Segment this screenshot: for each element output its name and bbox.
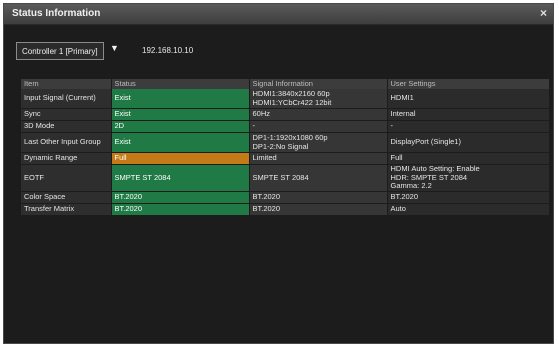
row-item-label: Sync xyxy=(21,108,112,121)
window-title: Status Information xyxy=(12,8,101,19)
table-row: EOTF SMPTE ST 2084 SMPTE ST 2084 HDMI Auto … xyxy=(21,164,550,192)
signal-line: BT.2020 xyxy=(252,192,281,202)
row-user-settings: BT.2020 xyxy=(387,191,550,204)
signal-line: 60Hz xyxy=(252,109,271,119)
close-icon[interactable]: × xyxy=(540,6,547,20)
signal-line: HDMI1:YCbCr422 12bit xyxy=(252,97,332,107)
row-status: Full xyxy=(111,152,250,165)
row-status: Exist xyxy=(111,132,250,153)
row-user-settings: Auto xyxy=(387,203,550,216)
user-setting-line: BT.2020 xyxy=(390,192,419,202)
status-table: Item Status Signal Information User Sett… xyxy=(21,79,550,216)
table-row: Last Other Input Group Exist DP1-1:1920x10… xyxy=(21,132,550,153)
row-signal-information: BT.2020 xyxy=(249,203,388,216)
header-status: Status xyxy=(111,79,250,89)
row-item-label: Dynamic Range xyxy=(21,152,112,165)
header-signal-information: Signal Information xyxy=(249,79,388,89)
table-body: Input Signal (Current) Exist HDMI1:3840x21… xyxy=(21,89,550,216)
row-item-label: Last Other Input Group xyxy=(21,132,112,153)
table-row: Sync Exist 60Hz Internal xyxy=(21,108,550,121)
row-user-settings: HDMI1 xyxy=(387,89,550,109)
controller-select[interactable]: Controller 1 [Primary] xyxy=(16,42,104,60)
row-status: Exist xyxy=(111,89,250,109)
row-signal-information: SMPTE ST 2084 xyxy=(249,164,388,192)
row-status: SMPTE ST 2084 xyxy=(111,164,250,192)
signal-line: BT.2020 xyxy=(252,204,281,214)
row-status: Exist xyxy=(111,108,250,121)
row-status: BT.2020 xyxy=(111,191,250,204)
table-header-row: Item Status Signal Information User Sett… xyxy=(21,79,550,89)
row-item-label: Input Signal (Current) xyxy=(21,89,112,109)
row-status: BT.2020 xyxy=(111,203,250,216)
user-setting-line: DisplayPort (Single1) xyxy=(390,137,461,147)
row-item-label: 3D Mode xyxy=(21,120,112,133)
user-setting-line: Auto xyxy=(390,204,406,214)
chevron-down-icon[interactable]: ▼ xyxy=(110,43,119,53)
row-user-settings: - xyxy=(387,120,550,133)
row-signal-information: BT.2020 xyxy=(249,191,388,204)
table-row: Color Space BT.2020 BT.2020 BT.2020 xyxy=(21,191,550,204)
row-user-settings: Internal xyxy=(387,108,550,121)
table-row: Transfer Matrix BT.2020 BT.2020 Auto xyxy=(21,203,550,216)
header-item: Item xyxy=(21,79,112,89)
user-setting-line: Gamma: 2.2 xyxy=(390,181,432,191)
row-item-label: Transfer Matrix xyxy=(21,203,112,216)
status-window: Status Information × Controller 1 [Prima… xyxy=(3,3,554,344)
row-item-label: EOTF xyxy=(21,164,112,192)
table-row: Dynamic Range Full Limited Full xyxy=(21,152,550,165)
table-row: Input Signal (Current) Exist HDMI1:3840x21… xyxy=(21,89,550,109)
signal-line: SMPTE ST 2084 xyxy=(252,172,309,182)
ip-address: 192.168.10.10 xyxy=(142,46,194,55)
row-signal-information: DP1-1:1920x1080 60p DP1-2:No Signal xyxy=(249,132,388,153)
signal-line: Limited xyxy=(252,153,277,163)
row-user-settings: HDMI Auto Setting: Enable HDR: SMPTE ST 2… xyxy=(387,164,550,192)
row-status: 2D xyxy=(111,120,250,133)
title-bar: Status Information × xyxy=(4,4,553,25)
user-setting-line: - xyxy=(390,121,394,131)
row-user-settings: Full xyxy=(387,152,550,165)
row-signal-information: HDMI1:3840x2160 60p HDMI1:YCbCr422 12bit xyxy=(249,89,388,109)
signal-line: - xyxy=(252,121,256,131)
header-user-settings: User Settings xyxy=(387,79,550,89)
user-setting-line: HDMI1 xyxy=(390,93,414,103)
row-signal-information: - xyxy=(249,120,388,133)
signal-line: DP1-2:No Signal xyxy=(252,141,309,151)
row-signal-information: Limited xyxy=(249,152,388,165)
row-item-label: Color Space xyxy=(21,191,112,204)
user-setting-line: Internal xyxy=(390,109,416,119)
user-setting-line: Full xyxy=(390,153,403,163)
table-row: 3D Mode 2D - - xyxy=(21,120,550,133)
row-user-settings: DisplayPort (Single1) xyxy=(387,132,550,153)
row-signal-information: 60Hz xyxy=(249,108,388,121)
